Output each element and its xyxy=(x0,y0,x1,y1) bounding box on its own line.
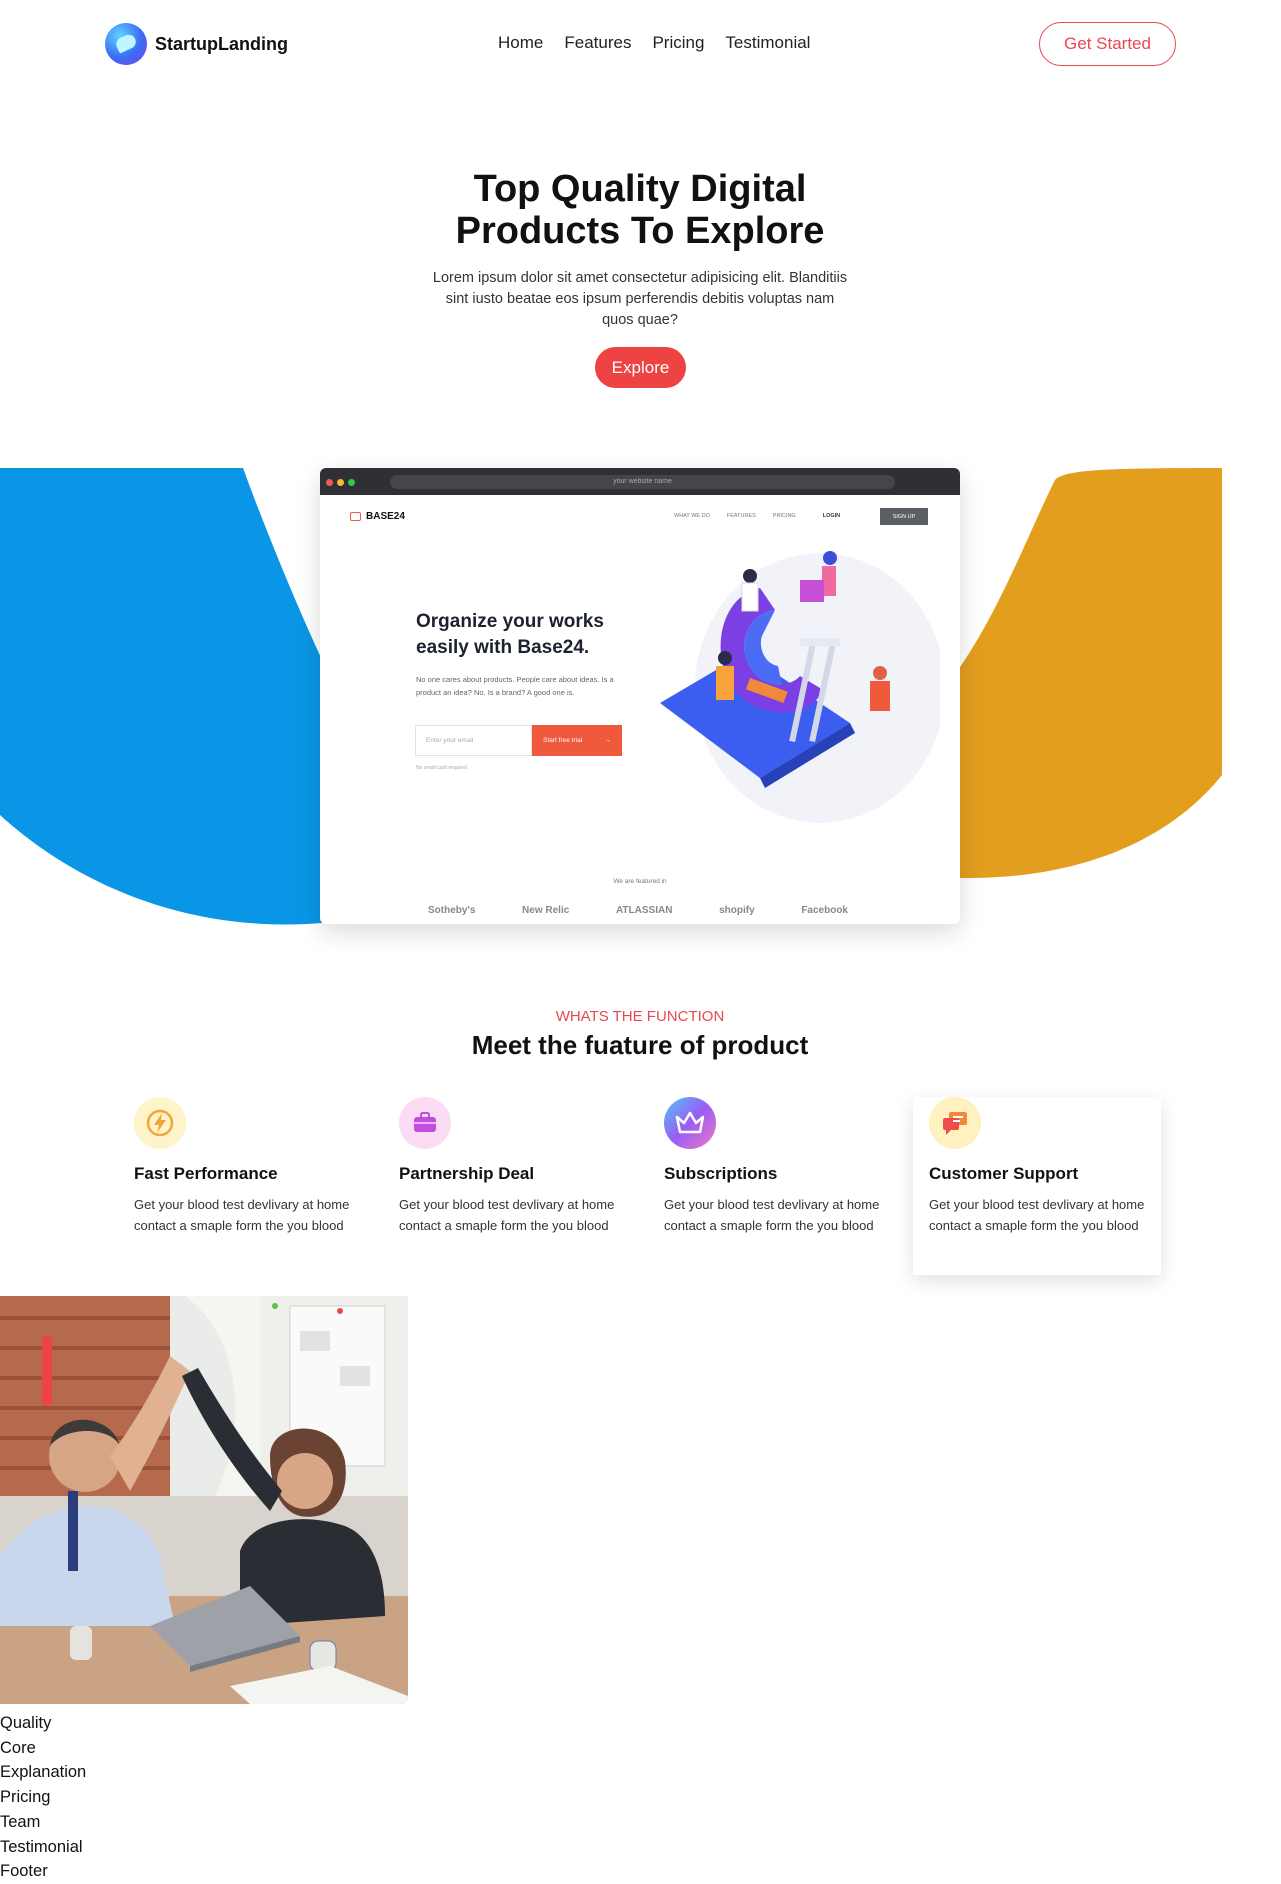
mockup-trial-label: Start free trial xyxy=(543,737,583,744)
card-text: Get your blood test devlivary at home co… xyxy=(929,1197,1145,1233)
mockup-text: No one cares about products. People care… xyxy=(416,675,614,697)
section-title: Meet the fuature of product xyxy=(471,1030,809,1060)
mockup-brand-logo: shopify xyxy=(719,905,755,916)
gold-blob xyxy=(958,468,1222,879)
blue-blob xyxy=(0,468,322,925)
mockup-nav-item: PRICING xyxy=(772,513,796,519)
card-text: Get your blood test devlivary at home co… xyxy=(134,1197,350,1233)
mockup-brand-text: BASE24 xyxy=(366,511,405,522)
feature-card-partnership-deal[interactable]: Partnership Deal Get your blood test dev… xyxy=(383,1097,633,1275)
mockup-brand-logo: ATLASSIAN xyxy=(615,905,673,916)
mockup-nav-item: FEATURES xyxy=(726,513,756,519)
mockup-featured: We are featured in xyxy=(613,878,667,885)
mockup-logo-icon xyxy=(350,512,361,521)
link-pricing[interactable]: Pricing xyxy=(0,1785,86,1810)
feature-card-fast-performance[interactable]: Fast Performance Get your blood test dev… xyxy=(118,1097,368,1275)
card-title: Customer Support xyxy=(929,1164,1079,1183)
chat-icon xyxy=(929,1097,981,1149)
mockup-email-input: Enter your email xyxy=(415,725,532,756)
mockup-brand-logo: Sotheby's xyxy=(428,905,476,916)
mockup-nav-item: WHAT WE DO xyxy=(674,513,710,519)
section-link-list: Quality Core Explanation Pricing Team Te… xyxy=(0,1711,86,1884)
feature-card-subscriptions[interactable]: Subscriptions Get your blood test devliv… xyxy=(648,1097,898,1275)
link-core[interactable]: Core xyxy=(0,1736,86,1761)
mockup-note: No credit card required xyxy=(416,765,467,771)
section-eyebrow: WHATS THE FUNCTION xyxy=(555,1008,725,1025)
card-text: Get your blood test devlivary at home co… xyxy=(664,1197,880,1233)
mockup-brand-logo: New Relic xyxy=(522,905,570,916)
card-title: Fast Performance xyxy=(134,1164,278,1183)
minimize-dot-icon xyxy=(337,479,344,486)
mockup-headline: Organize your works easily with Base24. xyxy=(416,611,604,658)
mockup-brand-logo: Facebook xyxy=(801,905,848,916)
link-quality[interactable]: Quality xyxy=(0,1711,86,1736)
team-illustration xyxy=(660,551,940,823)
link-footer[interactable]: Footer xyxy=(0,1859,86,1884)
mockup-nav: WHAT WE DO FEATURES PRICING LOGIN xyxy=(674,513,840,519)
link-explanation[interactable]: Explanation xyxy=(0,1760,86,1785)
high-five-photo xyxy=(0,1296,408,1704)
link-team[interactable]: Team xyxy=(0,1810,86,1835)
mockup-brand-row: Sotheby's New Relic ATLASSIAN shopify Fa… xyxy=(428,905,848,916)
crown-icon xyxy=(664,1097,716,1149)
browser-url: your website name xyxy=(390,475,895,489)
browser-bar: your website name xyxy=(320,468,960,495)
feature-card-customer-support[interactable]: Customer Support Get your blood test dev… xyxy=(913,1097,1161,1275)
mockup-brand: BASE24 xyxy=(350,511,405,522)
briefcase-icon xyxy=(399,1097,451,1149)
maximize-dot-icon xyxy=(348,479,355,486)
lightning-icon xyxy=(134,1097,186,1149)
card-title: Partnership Deal xyxy=(399,1164,535,1183)
link-testimonial[interactable]: Testimonial xyxy=(0,1835,86,1860)
mockup-trial-button: Start free trial → xyxy=(532,725,622,756)
mockup-signup: SIGN UP xyxy=(880,508,928,525)
mockup-nav-item: LOGIN xyxy=(822,513,841,519)
close-dot-icon xyxy=(326,479,333,486)
website-mockup: your website name BASE24 WHAT WE DO FEAT… xyxy=(320,468,960,924)
card-text: Get your blood test devlivary at home co… xyxy=(399,1197,615,1233)
arrow-right-icon: → xyxy=(604,737,611,744)
card-title: Subscriptions xyxy=(664,1164,778,1183)
